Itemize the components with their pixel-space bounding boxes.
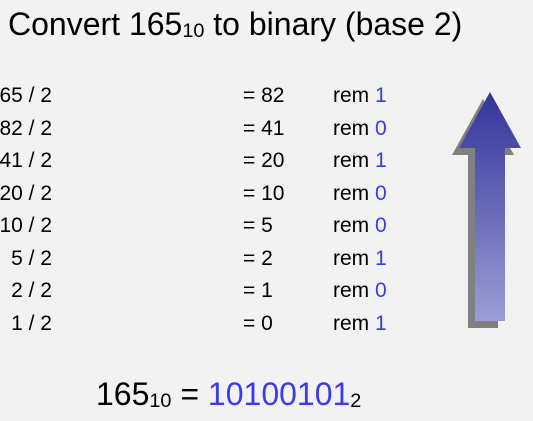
division-row: 41 / 2 = 20 rem 1	[0, 145, 420, 178]
division-expression: 41 / 2	[0, 149, 52, 172]
division-row: 20 / 2 = 10 rem 0	[0, 178, 420, 211]
division-row: 10 / 2 = 5 rem 0	[0, 210, 420, 243]
rem-label: rem	[333, 214, 370, 237]
quotient: = 41	[243, 116, 285, 140]
remainder-cell: rem 1	[333, 145, 387, 177]
rem-label: rem	[333, 149, 370, 172]
division-expression: 20 / 2	[0, 181, 52, 205]
remainder-digit: 1	[375, 311, 387, 335]
division-expression: 10 / 2	[0, 214, 52, 237]
remainder-digit: 1	[375, 149, 387, 172]
result-number: 165	[96, 376, 150, 412]
division-row: 5 / 2 = 2 rem 1	[0, 243, 420, 276]
title-suffix: to binary (base 2)	[204, 6, 463, 42]
result-binary-base: 2	[350, 390, 362, 413]
conversion-result: 16510 = 101001012	[96, 374, 361, 414]
remainder-digit: 1	[375, 84, 387, 107]
remainder-digit: 0	[375, 279, 387, 302]
rem-label: rem	[333, 116, 370, 140]
division-row: 1 / 2 = 0 rem 1	[0, 308, 420, 341]
division-expression: 1 / 2	[11, 311, 52, 335]
division-expression: 2 / 2	[11, 279, 52, 302]
title-base-subscript: 10	[182, 20, 205, 43]
remainder-cell: rem 1	[333, 80, 387, 112]
quotient: = 0	[243, 311, 273, 335]
remainder-cell: rem 1	[333, 308, 387, 340]
remainder-cell: rem 0	[333, 275, 387, 307]
result-binary: 10100101	[207, 376, 351, 412]
quotient: = 10	[243, 181, 285, 205]
remainder-digit: 0	[375, 181, 387, 205]
remainder-cell: rem 0	[333, 178, 387, 210]
up-arrow-icon	[452, 92, 521, 328]
rem-label: rem	[333, 181, 370, 205]
quotient: = 82	[243, 84, 285, 107]
rem-label: rem	[333, 311, 370, 335]
division-row: 165 / 2 = 82 rem 1	[0, 80, 420, 113]
division-expression: 165 / 2	[0, 84, 52, 107]
division-row: 2 / 2 = 1 rem 0	[0, 275, 420, 308]
title-prefix: Convert 165	[8, 6, 183, 42]
rem-label: rem	[333, 246, 370, 270]
division-expression: 5 / 2	[11, 246, 52, 270]
quotient: = 20	[243, 149, 285, 172]
division-row: 82 / 2 = 41 rem 0	[0, 113, 420, 146]
quotient: = 2	[243, 246, 273, 270]
remainder-digit: 0	[375, 116, 387, 140]
result-equals: =	[171, 376, 208, 412]
quotient: = 5	[243, 214, 273, 237]
remainder-cell: rem 0	[333, 210, 387, 242]
remainder-digit: 1	[375, 246, 387, 270]
division-table: 165 / 2 = 82 rem 1 82 / 2 = 41 rem 0 41 …	[0, 80, 420, 340]
division-expression: 82 / 2	[0, 116, 52, 140]
remainder-cell: rem 0	[333, 113, 387, 145]
quotient: = 1	[243, 279, 273, 302]
result-number-base: 10	[149, 390, 172, 413]
rem-label: rem	[333, 279, 370, 302]
page-title: Convert 16510 to binary (base 2)	[8, 4, 462, 44]
remainder-cell: rem 1	[333, 243, 387, 275]
rem-label: rem	[333, 84, 370, 107]
remainder-digit: 0	[375, 214, 387, 237]
